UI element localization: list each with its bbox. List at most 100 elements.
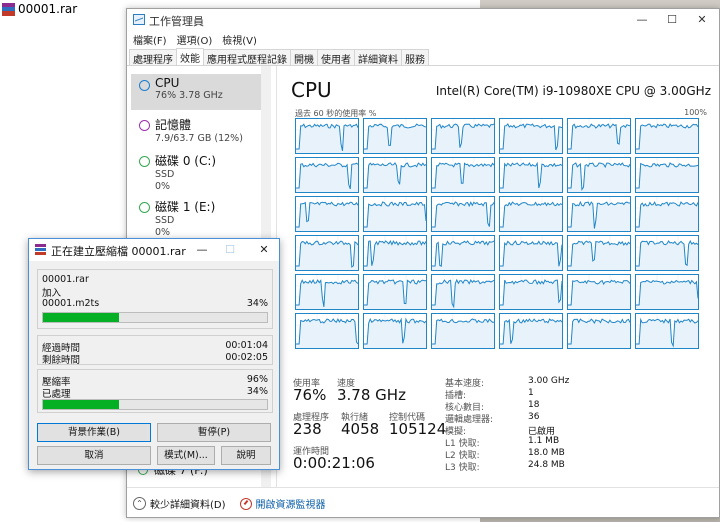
processor-graph [635,313,699,349]
winrar-progress-dialog: 正在建立壓縮檔 00001.rar — ☐ ✕ 00001.rar 加入 000… [28,238,280,470]
pause-button[interactable]: 暫停(P) [157,423,271,442]
processor-graph [499,313,563,349]
processor-graph [363,157,427,193]
sidebar-item-detail: 7.9/63.7 GB (12%) [155,133,243,144]
archive-name: 00001.rar [42,274,89,285]
dialog-title: 正在建立壓縮檔 00001.rar [51,245,186,258]
task-manager-app-icon [133,14,145,25]
processor-graph [567,313,631,349]
cpu-model-name: Intel(R) Core(TM) i9-10980XE CPU @ 3.00G… [435,84,711,98]
processor-graph [635,235,699,271]
tab-details[interactable]: 詳細資料 [354,49,402,66]
mode-button[interactable]: 模式(M)... [157,446,215,465]
memory-indicator-icon [139,120,150,131]
processor-graph [363,235,427,271]
processor-graph [431,274,495,310]
processor-graph [499,274,563,310]
cpu-indicator-icon [139,80,150,91]
sidebar-item-memory[interactable]: 記憶體 7.9/63.7 GB (12%) [131,114,261,150]
sidebar-item-disk-1[interactable]: 磁碟 1 (E:) SSD 0% [131,196,261,238]
minimize-button[interactable]: — [627,11,657,29]
sidebar-item-detail: 76% 3.78 GHz [155,90,223,101]
processor-graph [431,235,495,271]
processor-graph [567,118,631,154]
background-button[interactable]: 背景作業(B) [37,423,151,442]
processor-graph [499,235,563,271]
spec-value: 1.1 MB [528,436,560,446]
help-button[interactable]: 說明 [221,446,271,465]
menu-view[interactable]: 檢視(V) [222,32,257,47]
sidebar-item-cpu[interactable]: CPU 76% 3.78 GHz [131,74,261,110]
task-manager-tabs: 處理程序 效能 應用程式歷程記錄 開機 使用者 詳細資料 服務 [129,48,429,66]
disk-indicator-icon [139,202,150,213]
task-manager-title: 工作管理員 [149,15,204,28]
speed-value: 3.78 GHz [337,386,406,404]
processor-graph [295,235,359,271]
processor-graph [635,118,699,154]
processed-label: 已處理 [42,389,71,400]
winrar-titlebar[interactable]: 正在建立壓縮檔 00001.rar — ☐ ✕ [29,239,279,261]
spec-value: 24.8 MB [528,460,565,470]
elapsed-value: 00:01:04 [225,340,268,351]
task-manager-menubar: 檔案(F) 選項(O) 檢視(V) [127,31,719,48]
maximize-button[interactable]: ☐ [217,241,243,259]
processor-graph [295,196,359,232]
tab-performance[interactable]: 效能 [176,48,204,65]
fewer-details-button[interactable]: 較少詳細資料(D) [150,496,226,511]
open-resource-monitor-link[interactable]: 開啟資源監視器 [256,496,326,511]
file-progress-fill [43,313,120,322]
maximize-button[interactable]: ☐ [657,11,687,29]
chevron-up-icon[interactable]: ⌃ [133,497,146,510]
processor-graph [635,196,699,232]
processor-graph [499,196,563,232]
sidebar-item-disk-0[interactable]: 磁碟 0 (C:) SSD 0% [131,150,261,192]
task-manager-titlebar[interactable]: 工作管理員 — ☐ ✕ [127,9,719,31]
remaining-value: 00:02:05 [225,352,268,363]
current-action: 加入 [42,288,62,299]
winrar-app-icon [35,244,46,255]
processor-graph [567,196,631,232]
menu-options[interactable]: 選項(O) [177,32,213,47]
close-button[interactable]: ✕ [251,241,277,259]
processor-graph [635,157,699,193]
file-percent: 34% [246,298,268,309]
sidebar-item-label: 記憶體 [155,118,192,132]
file-progress-panel: 00001.rar 加入 00001.m2ts 34% [37,269,273,329]
sidebar-item-detail: SSD [155,215,175,226]
close-button[interactable]: ✕ [687,11,717,29]
sidebar-item-label: CPU [155,76,180,90]
desktop-file-00001-rar[interactable]: 00001.rar [2,2,77,16]
processor-graph [567,157,631,193]
time-panel: 經過時間 00:01:04 剩餘時間 00:02:05 [37,335,273,366]
processor-graph [567,274,631,310]
processor-graph [431,313,495,349]
remaining-label: 剩餘時間 [42,355,81,366]
spec-value: 18.0 MB [528,448,565,458]
page-title: CPU [291,78,332,102]
processed-value: 34% [246,386,268,397]
spec-value: 36 [528,412,540,422]
tab-startup[interactable]: 開機 [290,49,318,66]
menu-file[interactable]: 檔案(F) [133,32,167,47]
tab-users[interactable]: 使用者 [317,49,355,66]
cancel-button[interactable]: 取消 [37,446,151,465]
tab-processes[interactable]: 處理程序 [129,49,177,66]
processor-graph [635,274,699,310]
uptime-value: 0:00:21:06 [293,454,375,472]
processor-graph [499,118,563,154]
minimize-button[interactable]: — [189,241,215,259]
tab-services[interactable]: 服務 [401,49,429,66]
resource-monitor-icon [239,497,252,510]
processor-graph [295,157,359,193]
tab-app-history[interactable]: 應用程式歷程記錄 [203,49,291,66]
disk-indicator-icon [139,156,150,167]
processor-graph [431,118,495,154]
cpu-detail-pane: CPU Intel(R) Core(TM) i9-10980XE CPU @ 3… [291,70,711,480]
file-progress-bar [42,312,268,323]
processor-graph [567,235,631,271]
processor-graph [295,274,359,310]
sidebar-item-usage: 0% [155,181,171,192]
processor-graph [363,274,427,310]
spec-key: L3 快取: [445,463,480,473]
threads-value: 4058 [341,420,380,438]
